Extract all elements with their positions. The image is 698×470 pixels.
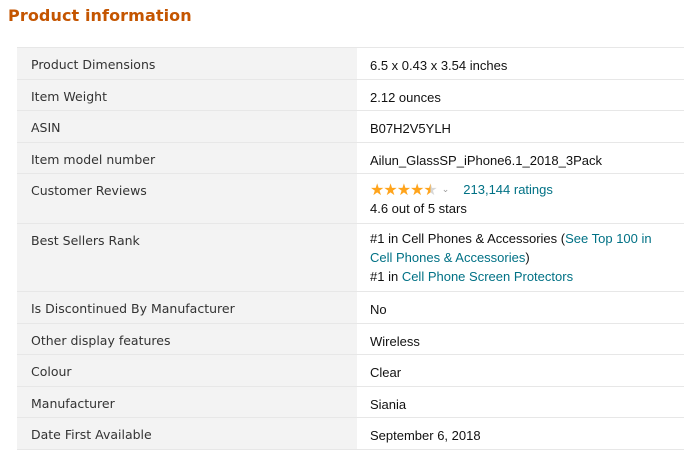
row-label: Other display features <box>17 322 357 355</box>
row-label: ASIN <box>17 110 357 143</box>
row-label: Colour <box>17 354 357 387</box>
table-row: Manufacturer Siania <box>17 385 684 418</box>
ratings-count-link[interactable]: 213,144 ratings <box>463 182 553 197</box>
row-label: Is Discontinued By Manufacturer <box>17 291 357 324</box>
rank-line-1: #1 in Cell Phones & Accessories (See Top… <box>370 229 676 267</box>
row-value: 2.12 ounces <box>357 78 684 111</box>
chevron-down-icon[interactable]: ⌄ <box>442 180 450 198</box>
row-label: Date First Available <box>17 417 357 450</box>
row-value: B07H2V5YLH <box>357 110 684 143</box>
half-star-icon: ★ <box>423 182 437 199</box>
table-row: Is Discontinued By Manufacturer No <box>17 291 684 324</box>
row-value: No <box>357 291 684 324</box>
row-value: Siania <box>357 385 684 418</box>
table-row-customer-reviews: Customer Reviews ★★★★★ ⌄ 213,144 ratings 4… <box>17 173 684 224</box>
rank2-prefix: #1 in <box>370 269 402 284</box>
table-row: ASIN B07H2V5YLH <box>17 110 684 143</box>
row-label: Item Weight <box>17 78 357 111</box>
best-sellers-rank-value: #1 in Cell Phones & Accessories (See Top… <box>357 223 684 292</box>
table-row: Item Weight 2.12 ounces <box>17 78 684 111</box>
row-value: Clear <box>357 354 684 387</box>
row-value: September 6, 2018 <box>357 417 684 450</box>
table-row: Item model number Ailun_GlassSP_iPhone6.… <box>17 141 684 174</box>
table-row: Colour Clear <box>17 354 684 387</box>
row-label: Product Dimensions <box>17 47 357 80</box>
star-rating-icon[interactable]: ★★★★★ <box>370 182 438 199</box>
rank1-prefix: #1 in Cell Phones & Accessories ( <box>370 231 566 246</box>
rank1-suffix: ) <box>525 250 530 265</box>
table-row-best-sellers-rank: Best Sellers Rank #1 in Cell Phones & Ac… <box>17 223 684 292</box>
row-label: Manufacturer <box>17 385 357 418</box>
table-row: Other display features Wireless <box>17 322 684 355</box>
row-value: 6.5 x 0.43 x 3.54 inches <box>357 47 684 80</box>
customer-reviews-value: ★★★★★ ⌄ 213,144 ratings 4.6 out of 5 stars <box>357 173 684 224</box>
full-stars: ★★★★ <box>370 182 424 199</box>
row-label: Item model number <box>17 141 357 174</box>
screen-protectors-link[interactable]: Cell Phone Screen Protectors <box>402 269 573 284</box>
row-label: Best Sellers Rank <box>17 223 357 292</box>
rating-line: ★★★★★ ⌄ 213,144 ratings <box>370 180 676 199</box>
table-row: Product Dimensions 6.5 x 0.43 x 3.54 inc… <box>17 47 684 80</box>
section-title: Product information <box>8 6 192 25</box>
row-label: Customer Reviews <box>17 173 357 224</box>
product-information-table: Product Dimensions 6.5 x 0.43 x 3.54 inc… <box>17 47 684 450</box>
table-row: Date First Available September 6, 2018 <box>17 417 684 450</box>
row-value: Ailun_GlassSP_iPhone6.1_2018_3Pack <box>357 141 684 174</box>
rank-line-2: #1 in Cell Phone Screen Protectors <box>370 267 676 286</box>
product-information-page: Product information Product Dimensions 6… <box>0 0 698 470</box>
rating-summary: 4.6 out of 5 stars <box>370 201 467 216</box>
row-value: Wireless <box>357 322 684 355</box>
